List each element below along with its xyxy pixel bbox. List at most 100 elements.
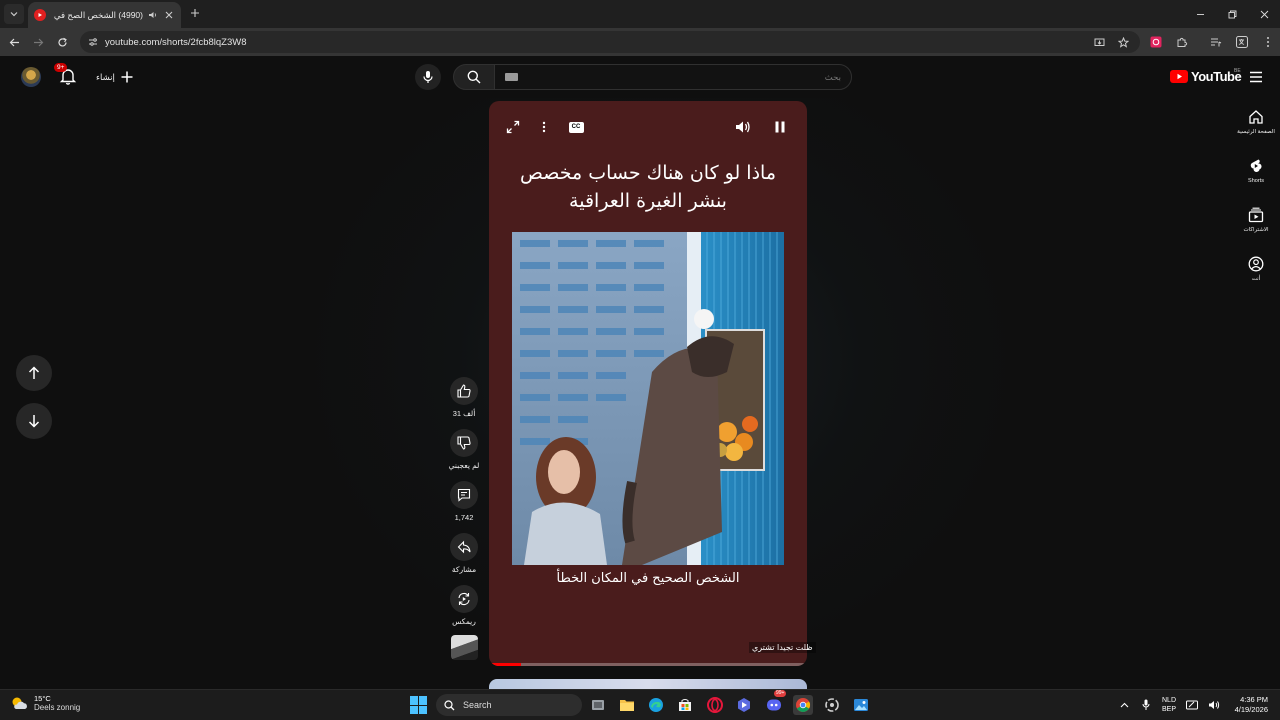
edge-browser-icon[interactable]	[646, 695, 666, 715]
chatgpt-app-icon[interactable]	[822, 695, 842, 715]
guide-item-shorts[interactable]: Shorts	[1233, 158, 1279, 184]
tab-search-button[interactable]	[4, 4, 24, 24]
guide-item-home[interactable]: الصفحة الرئيسية	[1233, 109, 1279, 135]
voice-search-button[interactable]	[415, 64, 441, 90]
next-short-preview[interactable]	[489, 679, 807, 689]
translate-icon[interactable]	[1234, 34, 1250, 50]
active-tab[interactable]: (4990) الشخص الصح في مكا	[28, 2, 181, 28]
microsoft-store-icon[interactable]	[675, 695, 695, 715]
chrome-browser-icon[interactable]	[793, 695, 813, 715]
like-count: 31 ألف	[452, 409, 476, 418]
install-app-icon[interactable]	[1092, 35, 1106, 49]
browser-menu-icon[interactable]	[1260, 34, 1276, 50]
extension-recorder-icon[interactable]	[1148, 34, 1164, 50]
remix-button[interactable]	[450, 585, 478, 613]
tab-title: (4990) الشخص الصح في مكا	[51, 9, 143, 20]
back-button[interactable]	[6, 34, 22, 50]
notifications-button[interactable]: 9+	[54, 63, 78, 86]
youtube-logo[interactable]: YouTube	[1170, 69, 1242, 84]
tab-audio-icon[interactable]	[148, 10, 158, 20]
fullscreen-button[interactable]	[502, 116, 524, 138]
arrow-up-icon	[28, 366, 40, 379]
captions-button[interactable]: CC	[565, 116, 587, 138]
taskbar-search-box[interactable]: Search	[436, 694, 582, 716]
comments-action: 1,742	[446, 481, 482, 522]
like-button[interactable]	[450, 377, 478, 405]
progress-bar[interactable]	[489, 663, 807, 666]
home-icon	[1249, 110, 1263, 124]
site-info-icon[interactable]	[86, 35, 100, 49]
more-options-button[interactable]	[533, 116, 555, 138]
restore-button[interactable]	[1216, 0, 1248, 28]
clock-time: 4:36 PM	[1240, 695, 1268, 704]
youtube-masthead: 9+ إنشاء بحث YouTube	[0, 56, 1280, 98]
pause-icon	[775, 121, 785, 133]
system-clock[interactable]: 4:36 PM 4/19/2026	[1235, 695, 1268, 715]
subscriptions-icon	[1248, 207, 1264, 223]
share-button[interactable]	[450, 533, 478, 561]
minimize-button[interactable]	[1184, 0, 1216, 28]
guide-label-subscriptions: الاشتراكات	[1243, 227, 1269, 233]
comment-count: 1,742	[454, 513, 474, 522]
comments-button[interactable]	[450, 481, 478, 509]
volume-button[interactable]	[732, 116, 754, 138]
shorts-icon	[1250, 159, 1262, 173]
chevron-up-icon[interactable]	[1118, 699, 1130, 711]
speaker-icon[interactable]	[1208, 699, 1220, 711]
sound-thumbnail[interactable]	[451, 635, 478, 660]
progress-fill	[489, 663, 521, 666]
discord-icon[interactable]: 99+	[764, 690, 787, 715]
vpn-app-icon[interactable]	[734, 695, 754, 715]
share-label: مشاركة	[451, 565, 477, 574]
account-avatar[interactable]	[21, 67, 41, 87]
video-caption-text: الشخص الصحيح في المكان الخطأ	[556, 571, 740, 586]
create-button[interactable]: إنشاء	[96, 66, 133, 88]
bookmark-star-icon[interactable]	[1116, 35, 1130, 49]
discord-badge: 99+	[774, 690, 787, 697]
keyboard-icon[interactable]	[505, 73, 518, 81]
next-short-button[interactable]	[16, 403, 52, 439]
thumbs-down-icon	[457, 436, 471, 450]
microphone-icon[interactable]	[1140, 699, 1152, 711]
extensions-puzzle-icon[interactable]	[1174, 34, 1190, 50]
file-explorer-icon[interactable]	[617, 695, 637, 715]
photos-app-icon[interactable]	[851, 695, 871, 715]
notification-badge: 9+	[54, 63, 68, 72]
share-action: مشاركة	[446, 533, 482, 574]
weather-temperature: 15°C	[34, 694, 51, 703]
search-icon	[467, 70, 481, 84]
pen-input-icon[interactable]	[1186, 699, 1199, 711]
task-view-icon[interactable]	[588, 695, 608, 715]
media-controls-icon[interactable]	[1208, 34, 1224, 50]
address-bar[interactable]: youtube.com/shorts/2fcb8lqZ3W8	[80, 31, 1140, 53]
clock-date: 4/19/2026	[1234, 705, 1268, 714]
comment-icon	[457, 488, 471, 502]
opera-browser-icon[interactable]	[705, 695, 725, 715]
dislike-button[interactable]	[450, 429, 478, 457]
remix-action: ريمكس	[446, 585, 482, 626]
previous-short-button[interactable]	[16, 355, 52, 391]
guide-item-subscriptions[interactable]: الاشتراكات	[1233, 207, 1279, 233]
tab-close-icon[interactable]	[163, 9, 175, 21]
youtube-favicon-icon	[34, 9, 46, 21]
remix-icon	[458, 592, 470, 606]
windows-start-button[interactable]	[410, 696, 428, 714]
weather-widget[interactable]: 15°C Deels zonnig	[10, 694, 80, 712]
volume-icon	[736, 121, 750, 133]
search-input[interactable]: بحث	[494, 64, 852, 90]
windows-taskbar: 15°C Deels zonnig Search 99+ NLD BEP 4:3…	[0, 689, 1280, 720]
video-headline-text: ماذا لو كان هناك حساب مخصص بنشر الغيرة ا…	[519, 162, 777, 212]
pause-button[interactable]	[769, 116, 791, 138]
shorts-player[interactable]: CC ماذا لو كان هناك حساب مخصص بنشر الغير…	[489, 101, 807, 666]
url-text: youtube.com/shorts/2fcb8lqZ3W8	[105, 36, 247, 48]
forward-button[interactable]	[30, 34, 46, 50]
guide-menu-button[interactable]	[1248, 69, 1264, 85]
guide-item-you[interactable]: أنت	[1233, 256, 1279, 282]
share-icon	[457, 540, 471, 554]
search-button[interactable]	[453, 64, 495, 90]
reload-button[interactable]	[54, 34, 70, 50]
video-frame	[512, 232, 784, 565]
close-window-button[interactable]	[1248, 0, 1280, 28]
input-language[interactable]: NLD BEP	[1162, 696, 1176, 714]
new-tab-button[interactable]	[188, 6, 202, 20]
